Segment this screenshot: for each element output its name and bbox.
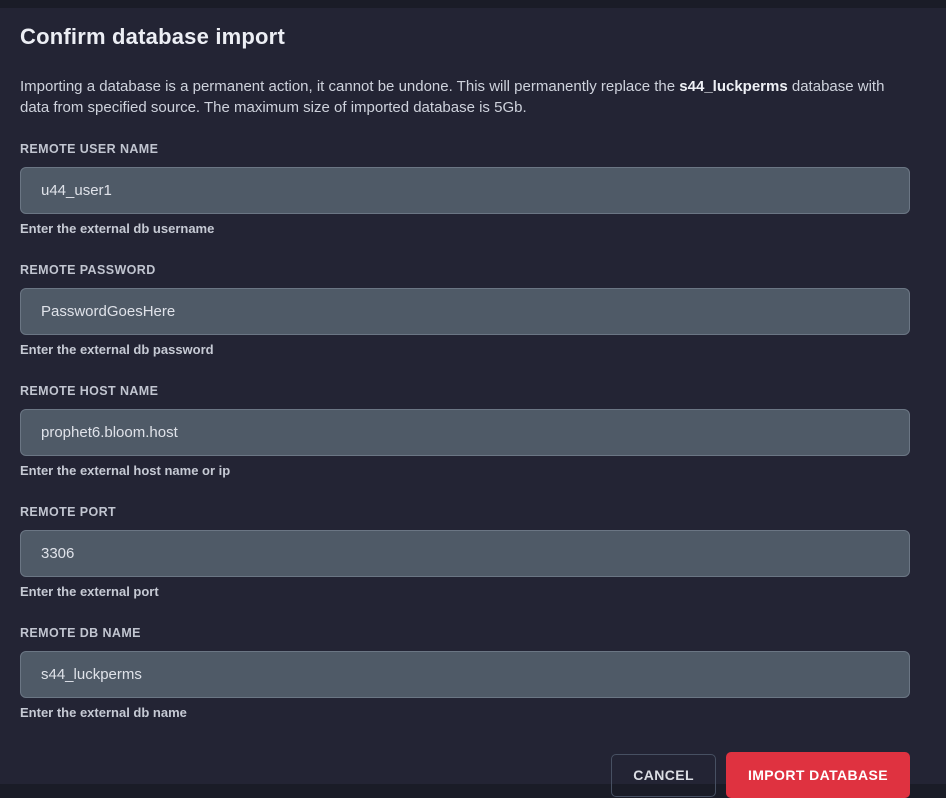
remote-port-helper: Enter the external port (20, 584, 910, 599)
import-database-button[interactable]: IMPORT DATABASE (726, 752, 910, 798)
remote-db-name-label: REMOTE DB NAME (20, 626, 910, 640)
remote-port-label: REMOTE PORT (20, 505, 910, 519)
modal-description: Importing a database is a permanent acti… (20, 76, 904, 118)
remote-user-name-helper: Enter the external db username (20, 221, 910, 236)
remote-password-input[interactable] (20, 288, 910, 335)
remote-port-input[interactable] (20, 530, 910, 577)
remote-password-helper: Enter the external db password (20, 342, 910, 357)
remote-user-name-input[interactable] (20, 167, 910, 214)
remote-host-name-input[interactable] (20, 409, 910, 456)
remote-host-name-helper: Enter the external host name or ip (20, 463, 910, 478)
field-remote-port: REMOTE PORT Enter the external port (20, 505, 910, 599)
remote-db-name-input[interactable] (20, 651, 910, 698)
cancel-button[interactable]: CANCEL (611, 754, 716, 797)
page-background: Confirm database import Importing a data… (0, 0, 946, 789)
description-text-before: Importing a database is a permanent acti… (20, 78, 679, 95)
remote-db-name-helper: Enter the external db name (20, 705, 910, 720)
remote-host-name-label: REMOTE HOST NAME (20, 384, 910, 398)
remote-password-label: REMOTE PASSWORD (20, 263, 910, 277)
field-remote-password: REMOTE PASSWORD Enter the external db pa… (20, 263, 910, 357)
field-remote-user-name: REMOTE USER NAME Enter the external db u… (20, 142, 910, 236)
remote-user-name-label: REMOTE USER NAME (20, 142, 910, 156)
modal-title: Confirm database import (20, 24, 910, 50)
modal-actions: CANCEL IMPORT DATABASE (20, 752, 910, 798)
confirm-import-modal: Confirm database import Importing a data… (0, 8, 946, 784)
field-remote-host-name: REMOTE HOST NAME Enter the external host… (20, 384, 910, 478)
field-remote-db-name: REMOTE DB NAME Enter the external db nam… (20, 626, 910, 720)
database-name-highlight: s44_luckperms (679, 78, 787, 95)
